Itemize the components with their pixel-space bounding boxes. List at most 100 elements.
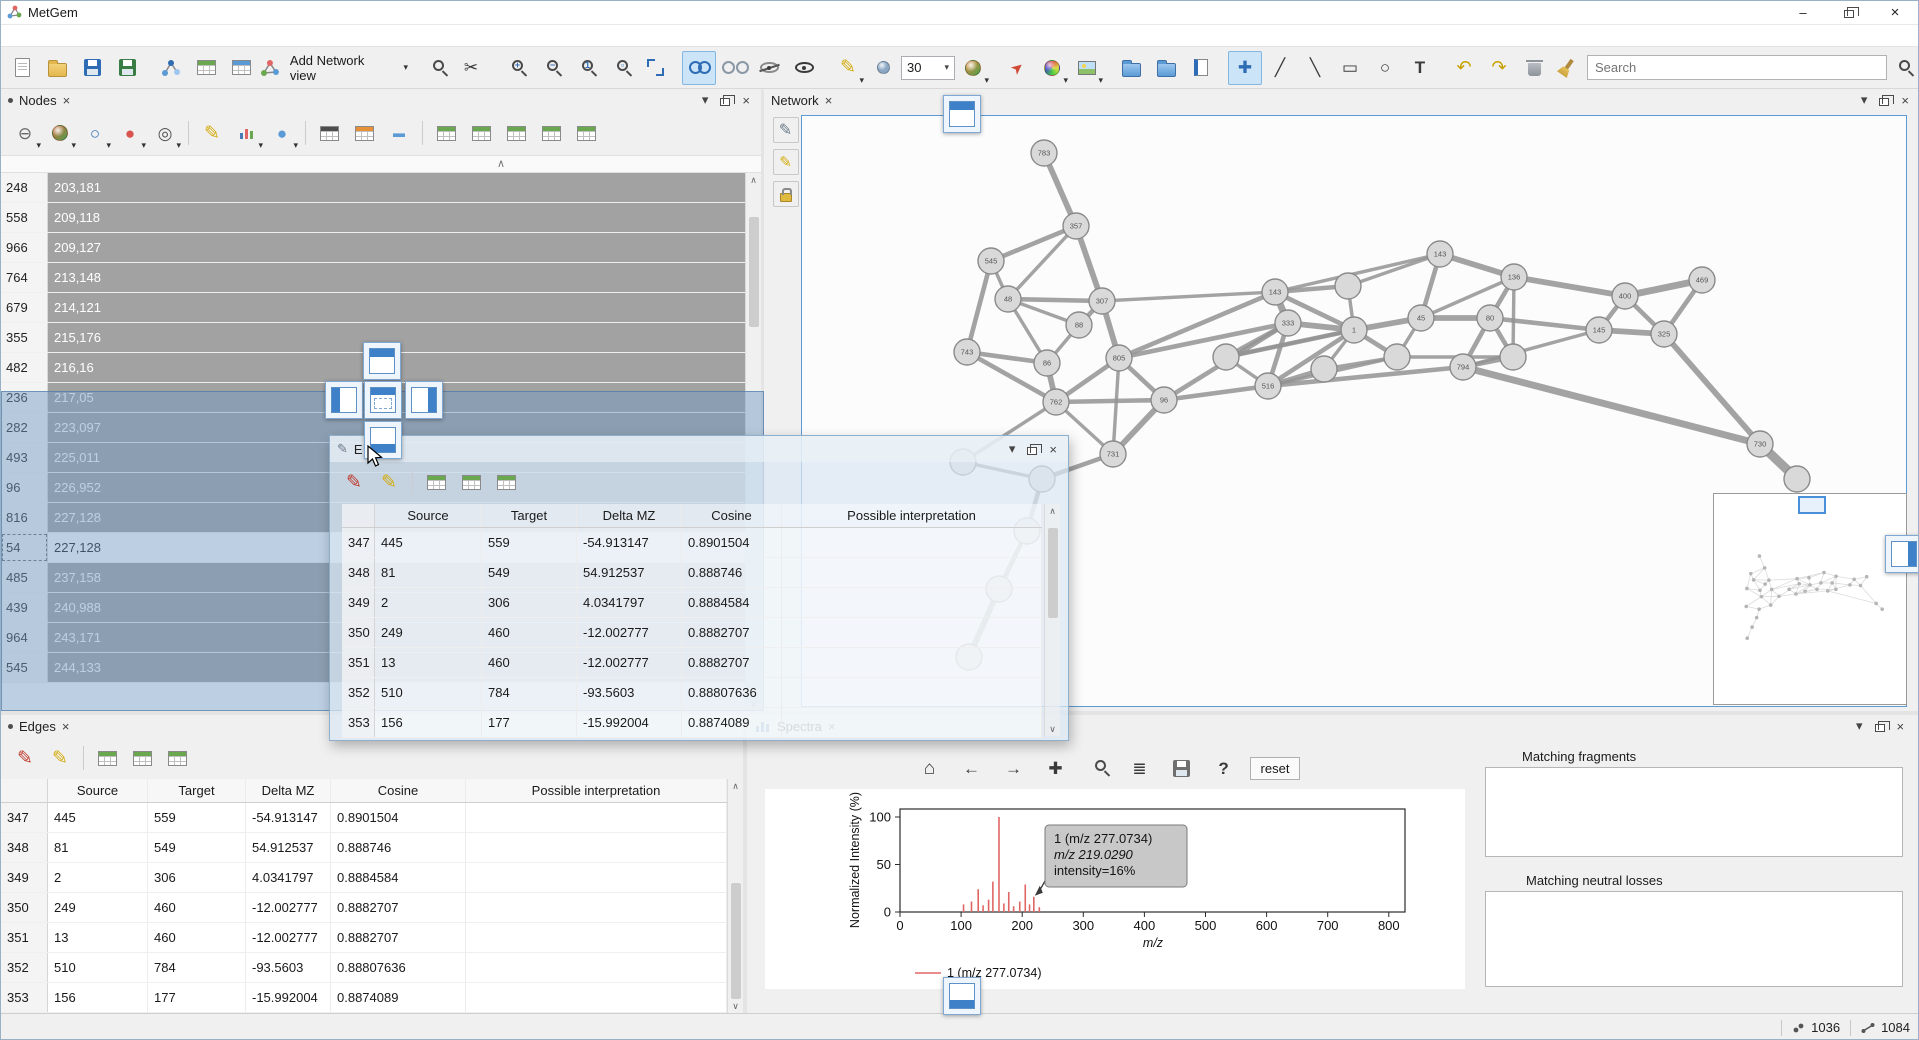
- close-icon[interactable]: ×: [63, 93, 71, 108]
- search-button[interactable]: [1889, 55, 1915, 81]
- node-size-select[interactable]: 30 ▾: [901, 56, 955, 80]
- edge-row[interactable]: 347445559-54.9131470.8901504: [342, 528, 1042, 558]
- edge-column-header[interactable]: Cosine: [331, 779, 466, 802]
- network-edge[interactable]: [1514, 277, 1625, 296]
- save-button[interactable]: [75, 51, 109, 85]
- edit-annotation-button[interactable]: ✎: [773, 117, 799, 143]
- undo-button[interactable]: ↶: [1447, 51, 1481, 85]
- zoom-rect-button[interactable]: [1082, 753, 1114, 783]
- floating-edges-panel[interactable]: ✎ E ▾ × ✎ ✎ SourceTargetDelta MZCosinePo…: [329, 435, 1069, 741]
- hide-isolated-nodes-button[interactable]: [752, 51, 786, 85]
- close-icon[interactable]: ×: [1049, 442, 1057, 457]
- add-network-view-button[interactable]: Add Network view ▾: [259, 51, 409, 85]
- scroll-up-icon[interactable]: ∧: [732, 779, 739, 793]
- vertical-splitter-bottom[interactable]: [743, 715, 747, 1013]
- clear-button[interactable]: [1552, 51, 1586, 85]
- network-edge[interactable]: [1113, 358, 1119, 454]
- close-button[interactable]: ×: [1872, 1, 1918, 24]
- cut-button[interactable]: ✂: [454, 51, 488, 85]
- scrollbar-thumb[interactable]: [1048, 528, 1058, 618]
- minimize-button[interactable]: –: [1780, 1, 1826, 24]
- network-edge[interactable]: [991, 226, 1076, 261]
- draw-rect-button[interactable]: ▭: [1333, 51, 1367, 85]
- annotate-button[interactable]: ✎: [773, 149, 799, 175]
- metadata-button[interactable]: [1114, 51, 1148, 85]
- network-node[interactable]: [1311, 356, 1337, 382]
- node-row[interactable]: 558209,118: [1, 203, 745, 233]
- move-tool-button[interactable]: ✚: [1228, 51, 1262, 85]
- edge-row[interactable]: 350249460-12.0027770.8882707: [1, 893, 727, 923]
- copy-button[interactable]: [189, 51, 223, 85]
- dock-menu-icon[interactable]: ▾: [702, 92, 709, 108]
- edge-column-header[interactable]: Source: [48, 779, 148, 802]
- edit-edge-button[interactable]: ✎: [9, 742, 41, 774]
- edge-row[interactable]: 3488154954.9125370.888746: [1, 833, 727, 863]
- network-node[interactable]: [1213, 344, 1239, 370]
- network-node[interactable]: [1500, 344, 1526, 370]
- edges-table-view-3[interactable]: [490, 466, 522, 498]
- network-edge[interactable]: [1664, 334, 1760, 444]
- zoom-out-button[interactable]: −: [533, 51, 567, 85]
- open-file-button[interactable]: [40, 51, 74, 85]
- target-button[interactable]: ◎▾: [149, 117, 181, 149]
- freeze-columns-button-2[interactable]: [465, 117, 497, 149]
- float-icon[interactable]: [1879, 98, 1889, 106]
- freeze-columns-button-4[interactable]: [535, 117, 567, 149]
- forward-button[interactable]: →: [998, 753, 1030, 783]
- home-button[interactable]: ⌂: [914, 753, 946, 783]
- network-edge[interactable]: [967, 261, 991, 352]
- edges-table-view-2[interactable]: [455, 466, 487, 498]
- highlight-pen-button[interactable]: ✎: [196, 117, 228, 149]
- export-image-button[interactable]: ▾: [1070, 51, 1104, 85]
- scrollbar-thumb[interactable]: [749, 217, 759, 327]
- back-button[interactable]: ←: [956, 753, 988, 783]
- paste-button[interactable]: [224, 51, 258, 85]
- chart-button[interactable]: ▾: [231, 117, 263, 149]
- dock-menu-icon[interactable]: ▾: [1009, 441, 1016, 457]
- edge-column-header[interactable]: Delta MZ: [577, 504, 682, 527]
- network-edge[interactable]: [1490, 318, 1599, 330]
- edge-row[interactable]: 34923064.03417970.8884584: [1, 863, 727, 893]
- edge-column-header[interactable]: Possible interpretation: [782, 504, 1042, 527]
- dock-edge-indicator-right[interactable]: [1885, 535, 1919, 573]
- matching-neutral-losses-box[interactable]: [1485, 891, 1903, 987]
- edges-table-view-2[interactable]: [126, 742, 158, 774]
- close-icon[interactable]: ×: [1901, 93, 1909, 108]
- dock-indicator-top[interactable]: [363, 342, 401, 380]
- scroll-up-icon[interactable]: ∧: [1049, 504, 1056, 518]
- network-node[interactable]: [1335, 273, 1361, 299]
- network-edge[interactable]: [1102, 292, 1275, 301]
- minimap-viewport[interactable]: [1798, 496, 1826, 514]
- delete-button[interactable]: [1517, 51, 1551, 85]
- link-views-button[interactable]: [682, 51, 716, 85]
- freeze-columns-button-1[interactable]: [430, 117, 462, 149]
- edge-row[interactable]: 347445559-54.9131470.8901504: [1, 803, 727, 833]
- freeze-columns-button-3[interactable]: [500, 117, 532, 149]
- edge-row[interactable]: 352510784-93.56030.88807636: [1, 953, 727, 983]
- find-button[interactable]: [419, 51, 453, 85]
- scroll-down-icon[interactable]: ∨: [732, 999, 739, 1013]
- close-icon[interactable]: ×: [1897, 719, 1905, 734]
- palette-button[interactable]: ▾: [1035, 51, 1069, 85]
- edge-column-header[interactable]: Possible interpretation: [466, 779, 727, 802]
- edge-column-header[interactable]: Target: [482, 504, 577, 527]
- network-edge[interactable]: [1348, 254, 1440, 286]
- dock-edge-indicator-bottom[interactable]: [943, 977, 981, 1015]
- node-row[interactable]: 679214,121: [1, 293, 745, 323]
- zoom-reset-button[interactable]: 1: [568, 51, 602, 85]
- edge-column-header[interactable]: Cosine: [682, 504, 782, 527]
- network-edge[interactable]: [1463, 367, 1760, 444]
- show-isolated-nodes-button[interactable]: [787, 51, 821, 85]
- float-icon[interactable]: [1875, 724, 1885, 732]
- table-color-button[interactable]: [348, 117, 380, 149]
- dock-indicator-center[interactable]: [364, 381, 402, 419]
- edge-row[interactable]: 35113460-12.0027770.8882707: [1, 923, 727, 953]
- close-icon[interactable]: ×: [825, 93, 833, 108]
- library-button[interactable]: [1184, 51, 1218, 85]
- close-icon[interactable]: ×: [62, 719, 70, 734]
- highlight-red-button[interactable]: ●▾: [114, 117, 146, 149]
- edge-column-header[interactable]: Source: [375, 504, 482, 527]
- edge-column-header[interactable]: Delta MZ: [246, 779, 331, 802]
- network-edge[interactable]: [1056, 400, 1164, 402]
- edge-row[interactable]: 352510784-93.56030.88807636: [342, 678, 1042, 708]
